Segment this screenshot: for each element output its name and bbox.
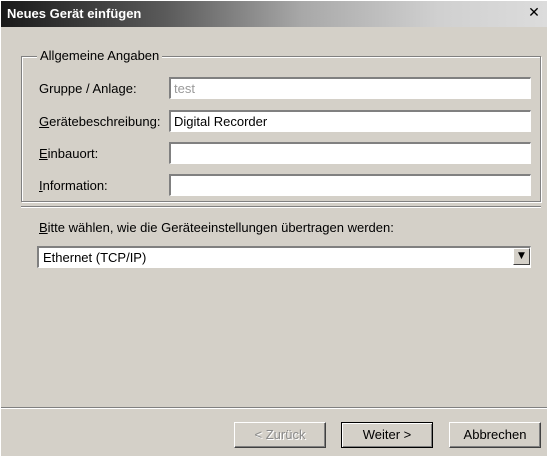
transfer-method-select[interactable]: Ethernet (TCP/IP) ▼ [37, 246, 531, 268]
cancel-button[interactable]: Abbrechen [449, 422, 541, 448]
section-divider [21, 206, 541, 208]
footer-divider [1, 407, 547, 409]
device-description-field[interactable]: Digital Recorder [169, 110, 531, 132]
device-description-label: Gerätebeschreibung: [39, 114, 161, 129]
group-plant-label: Gruppe / Anlage: [39, 81, 137, 96]
transfer-method-value: Ethernet (TCP/IP) [43, 250, 147, 265]
groupbox-legend: Allgemeine Angaben [37, 48, 163, 63]
next-button[interactable]: Weiter > [341, 422, 433, 448]
dialog-window: Neues Gerät einfügen ✕ Allgemeine Angabe… [0, 0, 547, 456]
installation-location-label: Einbauort: [39, 146, 99, 161]
group-plant-field: test [169, 77, 531, 99]
transfer-method-label: Bitte wählen, wie die Geräteeinstellunge… [39, 220, 394, 235]
back-button[interactable]: < Zurück [234, 422, 326, 448]
information-label: Information: [39, 178, 108, 193]
title-bar[interactable]: Neues Gerät einfügen ✕ [1, 1, 547, 27]
window-title: Neues Gerät einfügen [7, 6, 142, 21]
information-field[interactable] [169, 174, 531, 196]
close-button[interactable]: ✕ [526, 5, 542, 21]
installation-location-field[interactable] [169, 142, 531, 164]
chevron-down-icon[interactable]: ▼ [513, 248, 530, 265]
